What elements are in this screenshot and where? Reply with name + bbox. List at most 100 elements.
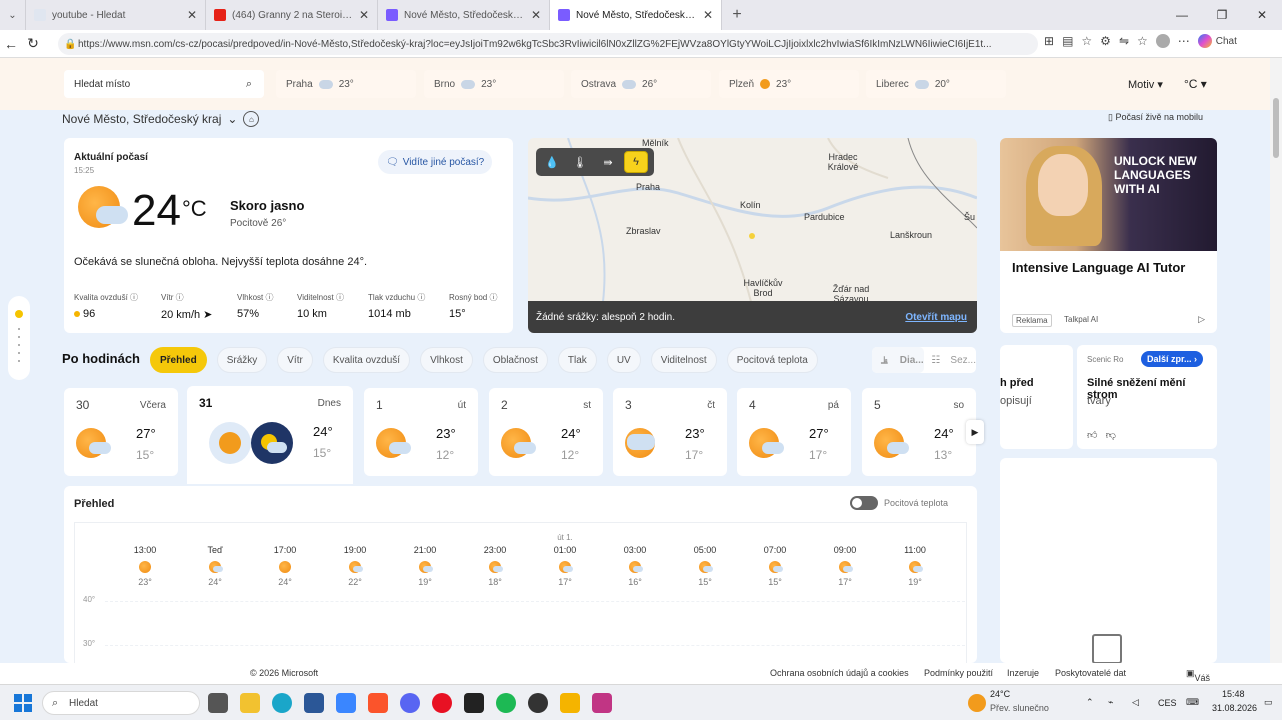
file-explorer-icon[interactable]: [240, 693, 260, 713]
pill-pressure[interactable]: Tlak: [557, 347, 597, 373]
open-map-link[interactable]: Otevřít mapu: [905, 312, 967, 323]
news-card[interactable]: Scenic Ro Další zpr... › Silné sněžení m…: [1077, 345, 1217, 449]
footer-link[interactable]: Ochrana osobních údajů a cookies: [770, 668, 909, 678]
app-icon[interactable]: [528, 693, 548, 713]
theme-dropdown[interactable]: Motiv ▾: [1128, 78, 1163, 91]
home-icon[interactable]: ⌂: [243, 111, 260, 127]
city-praha[interactable]: Praha 23°: [276, 70, 416, 98]
minimize-icon[interactable]: —: [1162, 8, 1202, 22]
copilot-chat-button[interactable]: Chat: [1197, 34, 1237, 48]
hour-column[interactable]: 09:00 17°: [815, 523, 875, 587]
brave-icon[interactable]: [368, 693, 388, 713]
city-ostrava[interactable]: Ostrava 26°: [571, 70, 711, 98]
hour-column[interactable]: 11:00 19°: [885, 523, 945, 587]
hour-column[interactable]: 07:00 15°: [745, 523, 805, 587]
side-indicator[interactable]: [8, 296, 30, 380]
edge-icon[interactable]: [272, 693, 292, 713]
app-icon[interactable]: [560, 693, 580, 713]
location-search-input[interactable]: Hledat místo ⌕: [64, 70, 264, 98]
browser-tab[interactable]: Nové Město, Středočeský kraj – př✕: [378, 0, 550, 30]
hour-column[interactable]: Teď 24°: [185, 523, 245, 587]
network-icon[interactable]: ⌁: [1108, 697, 1113, 708]
day-card[interactable]: 1 út 23° 12°: [364, 388, 478, 476]
close-tab-icon[interactable]: ✕: [531, 8, 541, 22]
day-card[interactable]: 2st 24° 12°: [489, 388, 603, 476]
weather-widget-icon[interactable]: [968, 694, 986, 712]
pill-visibility[interactable]: Viditelnost: [650, 347, 717, 373]
page-scrollbar[interactable]: [1270, 58, 1282, 663]
close-window-icon[interactable]: ✕: [1242, 8, 1282, 22]
lightning-layer-icon[interactable]: ϟ: [624, 151, 648, 173]
hour-column[interactable]: út 1. 01:00 17°: [535, 523, 595, 587]
taskbar-search[interactable]: ⌕ Hledat: [42, 691, 200, 715]
pill-air-quality[interactable]: Kvalita ovzduší: [322, 347, 411, 373]
browser-tab-active[interactable]: Nové Město, Středočeský kraj – př✕: [550, 0, 722, 30]
hour-column[interactable]: 19:00 22°: [325, 523, 385, 587]
pill-cloudiness[interactable]: Oblačnost: [482, 347, 548, 373]
pill-overview[interactable]: Přehled: [150, 347, 207, 373]
precipitation-layer-icon[interactable]: 💧: [540, 151, 564, 173]
stat-visibility[interactable]: Viditelnost ⓘ 10 km: [297, 292, 344, 320]
like-dislike-icons[interactable]: 👍︎ 👎︎: [1087, 429, 1116, 441]
tab-list-button[interactable]: ⌄: [0, 0, 26, 30]
more-options-icon[interactable]: ⋯: [1178, 34, 1190, 48]
city-liberec[interactable]: Liberec 20°: [866, 70, 1006, 98]
weather-desc[interactable]: Přev. slunečno: [990, 703, 1049, 713]
discord-icon[interactable]: [400, 693, 420, 713]
speaker-icon[interactable]: ◁: [1132, 697, 1139, 708]
close-tab-icon[interactable]: ✕: [187, 8, 197, 22]
day-card[interactable]: 3 čt 23° 17°: [613, 388, 727, 476]
collections-icon[interactable]: ☆: [1137, 34, 1148, 48]
stat-pressure[interactable]: Tlak vzduchu ⓘ 1014 mb: [368, 292, 425, 320]
capcut-icon[interactable]: [464, 693, 484, 713]
back-icon[interactable]: ←: [0, 36, 22, 52]
pill-humidity[interactable]: Vlhkost: [420, 347, 473, 373]
diagram-view-tab[interactable]: ⫡ Dia...: [872, 347, 924, 373]
news-card[interactable]: h před opisují: [1000, 345, 1073, 449]
weather-map[interactable]: 💧 🌡 ⇛ ϟ Mělník Hradec Králové Praha Kolí…: [528, 138, 977, 333]
spotify-icon[interactable]: [496, 693, 516, 713]
day-card-selected[interactable]: 31 Dnes 24° 15°: [187, 386, 353, 484]
clock-date[interactable]: 31.08.2026: [1212, 703, 1257, 713]
feedback-button[interactable]: ▣ Váš názor: [1186, 668, 1217, 693]
footer-link[interactable]: Podmínky použití: [924, 668, 993, 678]
unit-dropdown[interactable]: °C ▾: [1184, 77, 1207, 91]
weather-temp[interactable]: 24°C: [990, 689, 1010, 699]
task-view-icon[interactable]: [208, 693, 228, 713]
reader-icon[interactable]: ▤: [1062, 34, 1073, 48]
search-icon[interactable]: ⌕: [246, 78, 252, 91]
day-card[interactable]: 30 Včera 27° 15°: [64, 388, 178, 476]
store-icon[interactable]: [304, 693, 324, 713]
toggle-switch[interactable]: [850, 496, 878, 510]
stat-humidity[interactable]: Vlhkost ⓘ 57%: [237, 292, 273, 320]
hour-column[interactable]: 23:00 18°: [465, 523, 525, 587]
sync-icon[interactable]: ⇋: [1119, 34, 1129, 48]
stat-wind[interactable]: Vítr ⓘ 20 km/h ➤: [161, 292, 212, 321]
maximize-icon[interactable]: ❐: [1202, 8, 1242, 22]
city-plzen[interactable]: Plzeň 23°: [719, 70, 859, 98]
hour-column[interactable]: 13:00 23°: [115, 523, 175, 587]
url-field[interactable]: 🔒 https://www.msn.com/cs-cz/pocasi/predpo…: [58, 33, 1038, 55]
footer-link[interactable]: Inzeruje: [1007, 668, 1039, 678]
list-view-tab[interactable]: ☷ Sez...: [924, 347, 976, 373]
close-tab-icon[interactable]: ✕: [359, 8, 369, 22]
browser-tab[interactable]: (464) Granny 2 na Steroidech ✕: [206, 0, 378, 30]
clock-time[interactable]: 15:48: [1222, 689, 1245, 699]
refresh-icon[interactable]: ↻: [22, 35, 44, 52]
browser-tab[interactable]: youtube - Hledat ✕: [26, 0, 206, 30]
pill-precipitation[interactable]: Srážky: [216, 347, 268, 373]
pill-uv[interactable]: UV: [606, 347, 641, 373]
city-brno[interactable]: Brno 23°: [424, 70, 564, 98]
language-indicator[interactable]: CES: [1158, 698, 1177, 708]
day-card[interactable]: 5 so 24° 13°: [862, 388, 976, 476]
next-days-arrow-icon[interactable]: ▶: [966, 420, 984, 444]
hour-column[interactable]: 03:00 16°: [605, 523, 665, 587]
mobile-weather-link[interactable]: ▯ Počasí živě na mobilu: [1108, 112, 1203, 123]
windows-start-icon[interactable]: [14, 694, 32, 712]
hour-column[interactable]: 21:00 19°: [395, 523, 455, 587]
new-tab-button[interactable]: +: [722, 0, 752, 30]
favorite-star-icon[interactable]: ☆: [1081, 34, 1092, 48]
instagram-icon[interactable]: [592, 693, 612, 713]
extensions-icon[interactable]: ⚙: [1100, 34, 1111, 48]
feels-like-toggle[interactable]: Pocitová teplota: [850, 496, 948, 510]
